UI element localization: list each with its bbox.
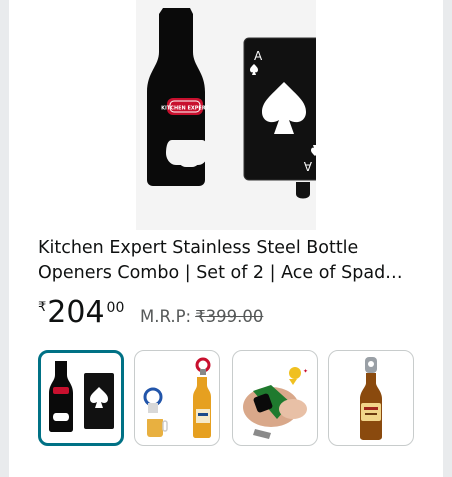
thumbnail-bottle-opener-with-beer[interactable] xyxy=(134,350,220,446)
thumbnail-bottle-shaped-opener[interactable] xyxy=(328,350,414,446)
thumbnail-combo-black-openers[interactable] xyxy=(38,350,124,446)
mrp-label: M.R.P: xyxy=(140,307,192,326)
product-hero-image[interactable]: KITCHEN EXPERT A A xyxy=(136,0,316,230)
product-card: KITCHEN EXPERT A A Kitchen Expert Stainl… xyxy=(9,0,443,477)
mrp: M.R.P: ₹399.00 xyxy=(140,307,263,326)
thumbnail-strip: ✦ xyxy=(38,350,414,450)
price-whole: 204 xyxy=(47,295,105,330)
svg-text:✦: ✦ xyxy=(303,368,308,375)
thumbnail-opener-in-use[interactable]: ✦ xyxy=(232,350,318,446)
svg-text:KITCHEN EXPERT: KITCHEN EXPERT xyxy=(161,106,209,112)
thumbnail-image: ✦ xyxy=(243,367,308,439)
mrp-value: ₹399.00 xyxy=(195,307,264,326)
hero-openers-image: KITCHEN EXPERT A A xyxy=(147,8,316,199)
thumbnail-image xyxy=(143,357,211,438)
product-price: ₹ 204 00 xyxy=(38,294,124,334)
product-title[interactable]: Kitchen Expert Stainless Steel Bottle Op… xyxy=(38,236,422,286)
svg-text:A: A xyxy=(254,49,263,63)
svg-text:A: A xyxy=(303,159,312,173)
price-fraction: 00 xyxy=(106,300,125,316)
thumbnail-image xyxy=(49,361,114,432)
price-currency-symbol: ₹ xyxy=(38,300,47,315)
thumbnail-image xyxy=(360,357,382,440)
